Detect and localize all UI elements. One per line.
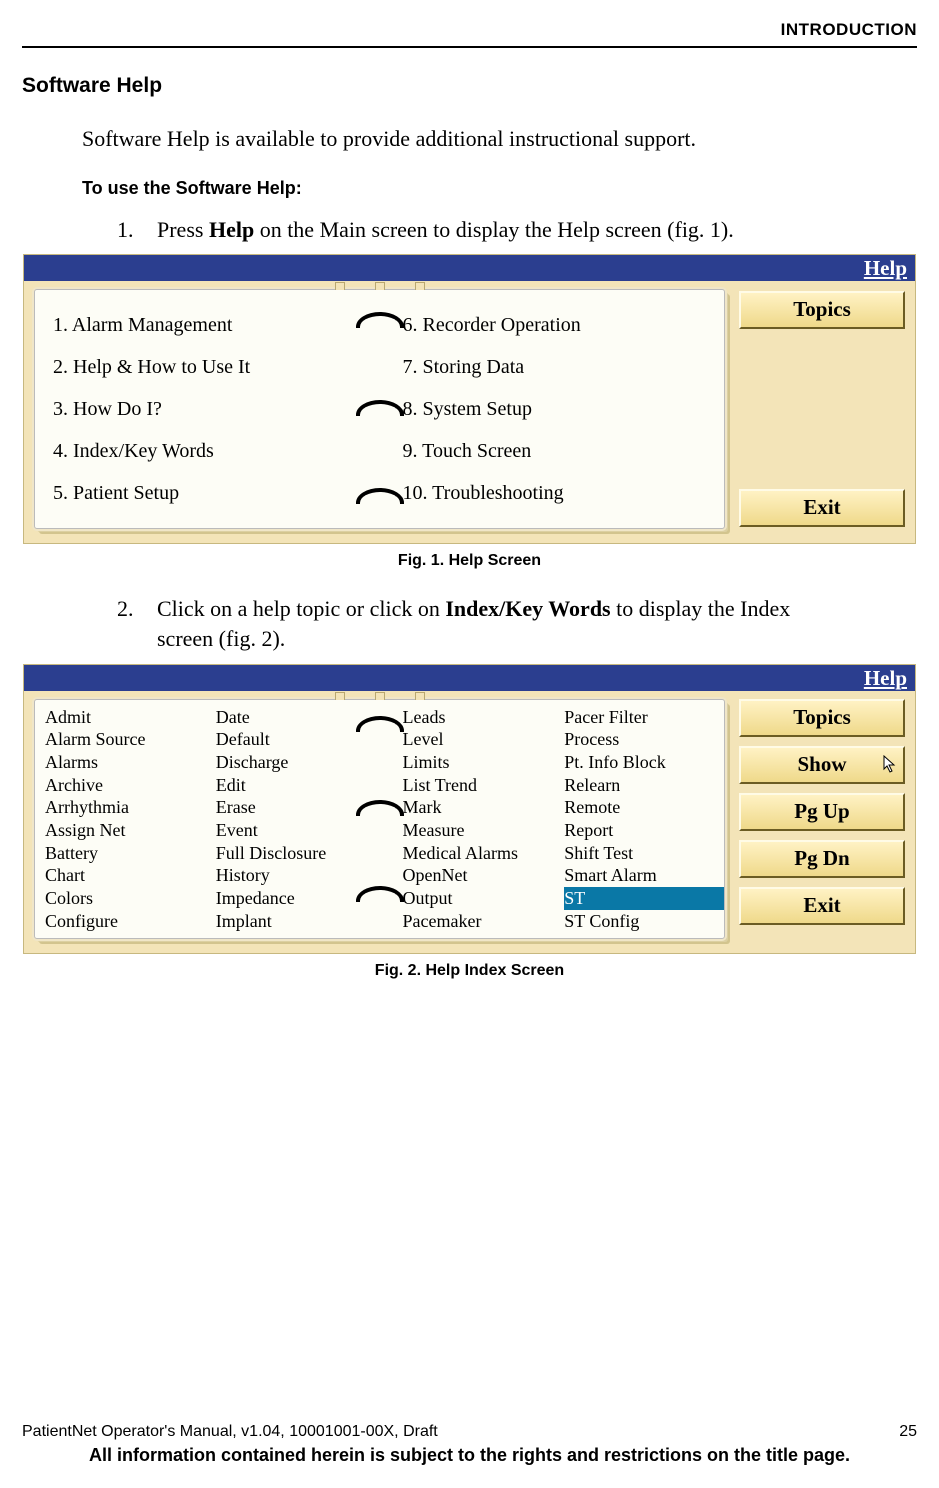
index-keyword[interactable]: Colors xyxy=(45,887,214,910)
step-text: Click on a help topic or click on Index/… xyxy=(157,594,847,653)
notebook-tabs-icon xyxy=(335,692,425,700)
index-column: Pacer FilterProcessPt. Info BlockRelearn… xyxy=(564,706,724,933)
index-keyword[interactable]: Arrhythmia xyxy=(45,796,214,819)
page-up-button[interactable]: Pg Up xyxy=(739,793,905,831)
help-index-notebook: AdmitAlarm SourceAlarmsArchiveArrhythmia… xyxy=(34,699,725,939)
exit-button[interactable]: Exit xyxy=(739,887,905,925)
index-keyword[interactable]: Medical Alarms xyxy=(403,842,563,865)
index-keyword[interactable]: Level xyxy=(403,728,563,751)
step-number: 1. xyxy=(117,215,157,245)
footer-doc-info: PatientNet Operator's Manual, v1.04, 100… xyxy=(22,1423,438,1441)
index-keyword[interactable]: Full Disclosure xyxy=(216,842,385,865)
index-keyword[interactable]: Pt. Info Block xyxy=(564,751,724,774)
help-topic-item[interactable]: 5. Patient Setup xyxy=(53,472,363,514)
index-keyword[interactable]: Output xyxy=(403,887,563,910)
index-keyword[interactable]: Alarms xyxy=(45,751,214,774)
figure-2-caption: Fig. 2. Help Index Screen xyxy=(22,962,917,980)
index-keyword[interactable]: Measure xyxy=(403,819,563,842)
exit-button[interactable]: Exit xyxy=(739,489,905,527)
index-keyword[interactable]: OpenNet xyxy=(403,864,563,887)
step-text-bold: Help xyxy=(209,217,254,242)
figure-1-caption: Fig. 1. Help Screen xyxy=(22,552,917,570)
index-keyword[interactable]: Implant xyxy=(216,910,385,933)
help-notebook: 1. Alarm Management2. Help & How to Use … xyxy=(34,289,725,529)
index-keyword[interactable]: Archive xyxy=(45,774,214,797)
header-rule xyxy=(22,46,917,48)
step-number: 2. xyxy=(117,594,157,653)
index-column: LeadsLevelLimitsList TrendMarkMeasureMed… xyxy=(403,706,563,933)
index-keyword[interactable]: ST Config xyxy=(564,910,724,933)
index-keyword[interactable]: Report xyxy=(564,819,724,842)
help-topic-item[interactable]: 9. Touch Screen xyxy=(403,430,713,472)
page-down-button[interactable]: Pg Dn xyxy=(739,840,905,878)
section-heading: Software Help xyxy=(22,74,917,98)
intro-paragraph: Software Help is available to provide ad… xyxy=(82,124,862,154)
index-keyword[interactable]: Shift Test xyxy=(564,842,724,865)
mouse-cursor-icon xyxy=(883,754,897,772)
index-keyword[interactable]: Configure xyxy=(45,910,214,933)
index-keyword[interactable]: List Trend xyxy=(403,774,563,797)
index-keyword[interactable]: ST xyxy=(564,887,724,910)
show-button-label: Show xyxy=(797,752,846,776)
index-keyword[interactable]: Process xyxy=(564,728,724,751)
page-number: 25 xyxy=(899,1423,917,1441)
help-topic-item[interactable]: 7. Storing Data xyxy=(403,346,713,388)
help-screen-figure: Help 1. Alarm Management2. Help & How to… xyxy=(23,254,916,544)
index-keyword[interactable]: Admit xyxy=(45,706,214,729)
help-topic-item[interactable]: 3. How Do I? xyxy=(53,388,363,430)
notebook-tabs-icon xyxy=(335,282,425,290)
page-footer: PatientNet Operator's Manual, v1.04, 100… xyxy=(22,1423,917,1466)
step-text-bold: Index/Key Words xyxy=(445,596,610,621)
footer-disclaimer: All information contained herein is subj… xyxy=(22,1445,917,1466)
show-button[interactable]: Show xyxy=(739,746,905,784)
step-text-part: Press xyxy=(157,217,209,242)
index-keyword[interactable]: Remote xyxy=(564,796,724,819)
page-section-header: INTRODUCTION xyxy=(22,20,917,40)
step-text-part: on the Main screen to display the Help s… xyxy=(254,217,734,242)
index-keyword[interactable]: Battery xyxy=(45,842,214,865)
index-keyword[interactable]: Smart Alarm xyxy=(564,864,724,887)
index-keyword[interactable]: Relearn xyxy=(564,774,724,797)
index-keyword[interactable]: Pacemaker xyxy=(403,910,563,933)
help-index-figure: Help AdmitAlarm SourceAlarmsArchiveArrhy… xyxy=(23,664,916,954)
topics-button[interactable]: Topics xyxy=(739,699,905,737)
index-keyword[interactable]: Leads xyxy=(403,706,563,729)
index-keyword[interactable]: Pacer Filter xyxy=(564,706,724,729)
index-keyword[interactable]: History xyxy=(216,864,385,887)
step-1: 1. Press Help on the Main screen to disp… xyxy=(117,215,847,245)
help-topic-item[interactable]: 6. Recorder Operation xyxy=(403,304,713,346)
help-topic-list-left: 1. Alarm Management2. Help & How to Use … xyxy=(35,290,375,528)
index-keyword[interactable]: Default xyxy=(216,728,385,751)
index-keyword[interactable]: Assign Net xyxy=(45,819,214,842)
index-keyword[interactable]: Edit xyxy=(216,774,385,797)
help-window-title: Help xyxy=(24,255,915,281)
help-topic-item[interactable]: 1. Alarm Management xyxy=(53,304,363,346)
procedure-heading: To use the Software Help: xyxy=(82,178,917,199)
help-topic-item[interactable]: 4. Index/Key Words xyxy=(53,430,363,472)
index-keyword[interactable]: Chart xyxy=(45,864,214,887)
step-text-part: Click on a help topic or click on xyxy=(157,596,445,621)
topics-button[interactable]: Topics xyxy=(739,291,905,329)
help-window-title: Help xyxy=(24,665,915,691)
index-keyword[interactable]: Event xyxy=(216,819,385,842)
index-keyword[interactable]: Limits xyxy=(403,751,563,774)
index-keyword[interactable]: Discharge xyxy=(216,751,385,774)
index-column: AdmitAlarm SourceAlarmsArchiveArrhythmia… xyxy=(45,706,214,933)
index-keyword[interactable]: Mark xyxy=(403,796,563,819)
help-topic-list-right: 6. Recorder Operation7. Storing Data8. S… xyxy=(375,290,725,528)
help-topic-item[interactable]: 2. Help & How to Use It xyxy=(53,346,363,388)
help-topic-item[interactable]: 10. Troubleshooting xyxy=(403,472,713,514)
help-topic-item[interactable]: 8. System Setup xyxy=(403,388,713,430)
step-text: Press Help on the Main screen to display… xyxy=(157,215,847,245)
index-keyword[interactable]: Alarm Source xyxy=(45,728,214,751)
step-2: 2. Click on a help topic or click on Ind… xyxy=(117,594,847,653)
